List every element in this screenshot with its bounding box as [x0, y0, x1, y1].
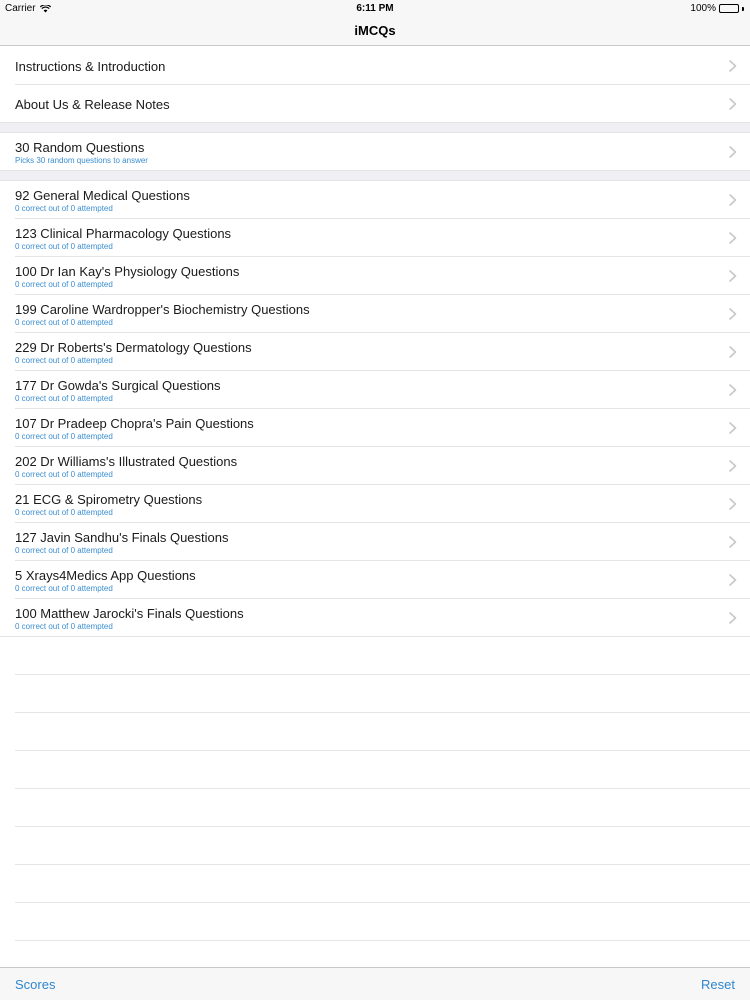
- list-item[interactable]: 92 General Medical Questions 0 correct ou…: [0, 181, 750, 219]
- list-item[interactable]: 127 Javin Sandhu's Finals Questions 0 cor…: [0, 523, 750, 561]
- section-separator: [0, 171, 750, 181]
- bottom-toolbar: Scores Reset: [0, 967, 750, 1000]
- list-item[interactable]: 177 Dr Gowda's Surgical Questions 0 corre…: [0, 371, 750, 409]
- list-item-subtitle: 0 correct out of 0 attempted: [15, 432, 113, 441]
- list-item-subtitle: 0 correct out of 0 attempted: [15, 470, 113, 479]
- list-item-subtitle: 0 correct out of 0 attempted: [15, 356, 113, 365]
- chevron-right-icon: [729, 346, 737, 358]
- list-item[interactable]: About Us & Release Notes: [0, 85, 750, 123]
- section-separator: [0, 123, 750, 133]
- list-item-title: 177 Dr Gowda's Surgical Questions: [15, 378, 221, 393]
- chevron-right-icon: [729, 384, 737, 396]
- status-bar: Carrier 6:11 PM 100%: [0, 0, 750, 16]
- list-item-title: 127 Javin Sandhu's Finals Questions: [15, 530, 229, 545]
- list-item-subtitle: 0 correct out of 0 attempted: [15, 318, 113, 327]
- list-item-title: 199 Caroline Wardropper's Biochemistry Q…: [15, 302, 310, 317]
- battery-tip: [742, 6, 744, 11]
- empty-row: [0, 675, 750, 713]
- battery-icon: [719, 4, 739, 13]
- chevron-right-icon: [729, 194, 737, 206]
- navigation-bar: iMCQs: [0, 16, 750, 46]
- chevron-right-icon: [729, 612, 737, 624]
- list-item-subtitle: 0 correct out of 0 attempted: [15, 584, 113, 593]
- list-item-title: 107 Dr Pradeep Chopra's Pain Questions: [15, 416, 254, 431]
- list-item-subtitle: Picks 30 random questions to answer: [15, 156, 148, 165]
- list-item-subtitle: 0 correct out of 0 attempted: [15, 204, 113, 213]
- list-item-title: 100 Matthew Jarocki's Finals Questions: [15, 606, 244, 621]
- list-item[interactable]: 123 Clinical Pharmacology Questions 0 cor…: [0, 219, 750, 257]
- chevron-right-icon: [729, 232, 737, 244]
- empty-row: [0, 713, 750, 751]
- empty-row: [0, 751, 750, 789]
- list-item[interactable]: 100 Dr Ian Kay's Physiology Questions 0 c…: [0, 257, 750, 295]
- empty-row: [0, 903, 750, 941]
- list-item[interactable]: 199 Caroline Wardropper's Biochemistry Q…: [0, 295, 750, 333]
- list-item-title: 100 Dr Ian Kay's Physiology Questions: [15, 264, 240, 279]
- scores-button[interactable]: Scores: [15, 977, 55, 992]
- list-item[interactable]: 202 Dr Williams's Illustrated Questions 0…: [0, 447, 750, 485]
- chevron-right-icon: [729, 498, 737, 510]
- list-item-title: 5 Xrays4Medics App Questions: [15, 568, 196, 583]
- list-item-title: About Us & Release Notes: [15, 97, 170, 112]
- status-time: 6:11 PM: [356, 3, 394, 14]
- chevron-right-icon: [729, 460, 737, 472]
- table-view[interactable]: Instructions & Introduction About Us & Re…: [0, 47, 750, 941]
- list-item-subtitle: 0 correct out of 0 attempted: [15, 394, 113, 403]
- empty-row: [0, 827, 750, 865]
- list-item-title: 229 Dr Roberts's Dermatology Questions: [15, 340, 252, 355]
- list-item-subtitle: 0 correct out of 0 attempted: [15, 508, 113, 517]
- chevron-right-icon: [729, 60, 737, 72]
- chevron-right-icon: [729, 574, 737, 586]
- battery-group: 100%: [690, 3, 744, 14]
- list-item-title: 123 Clinical Pharmacology Questions: [15, 226, 232, 241]
- chevron-right-icon: [729, 422, 737, 434]
- empty-row: [0, 865, 750, 903]
- chevron-right-icon: [729, 308, 737, 320]
- chevron-right-icon: [729, 146, 737, 158]
- list-item[interactable]: 229 Dr Roberts's Dermatology Questions 0 …: [0, 333, 750, 371]
- list-item[interactable]: 21 ECG & Spirometry Questions 0 correct o…: [0, 485, 750, 523]
- list-item-title: 92 General Medical Questions: [15, 188, 190, 203]
- chevron-right-icon: [729, 536, 737, 548]
- empty-row: [0, 637, 750, 675]
- page-title: iMCQs: [354, 23, 396, 38]
- list-item-subtitle: 0 correct out of 0 attempted: [15, 622, 113, 631]
- battery-percent: 100%: [690, 3, 716, 14]
- list-item[interactable]: Instructions & Introduction: [0, 47, 750, 85]
- empty-row: [0, 789, 750, 827]
- list-item-subtitle: 0 correct out of 0 attempted: [15, 280, 113, 289]
- list-item-title: Instructions & Introduction: [15, 59, 166, 74]
- list-item[interactable]: 107 Dr Pradeep Chopra's Pain Questions 0 …: [0, 409, 750, 447]
- list-item[interactable]: 100 Matthew Jarocki's Finals Questions 0 …: [0, 599, 750, 637]
- chevron-right-icon: [729, 98, 737, 110]
- list-item[interactable]: 30 Random Questions Picks 30 random quest…: [0, 133, 750, 171]
- list-item-subtitle: 0 correct out of 0 attempted: [15, 546, 113, 555]
- list-item[interactable]: 5 Xrays4Medics App Questions 0 correct ou…: [0, 561, 750, 599]
- reset-button[interactable]: Reset: [701, 977, 735, 992]
- list-item-title: 21 ECG & Spirometry Questions: [15, 492, 203, 507]
- list-item-title: 202 Dr Williams's Illustrated Questions: [15, 454, 238, 469]
- chevron-right-icon: [729, 270, 737, 282]
- list-item-title: 30 Random Questions: [15, 140, 145, 155]
- list-item-subtitle: 0 correct out of 0 attempted: [15, 242, 113, 251]
